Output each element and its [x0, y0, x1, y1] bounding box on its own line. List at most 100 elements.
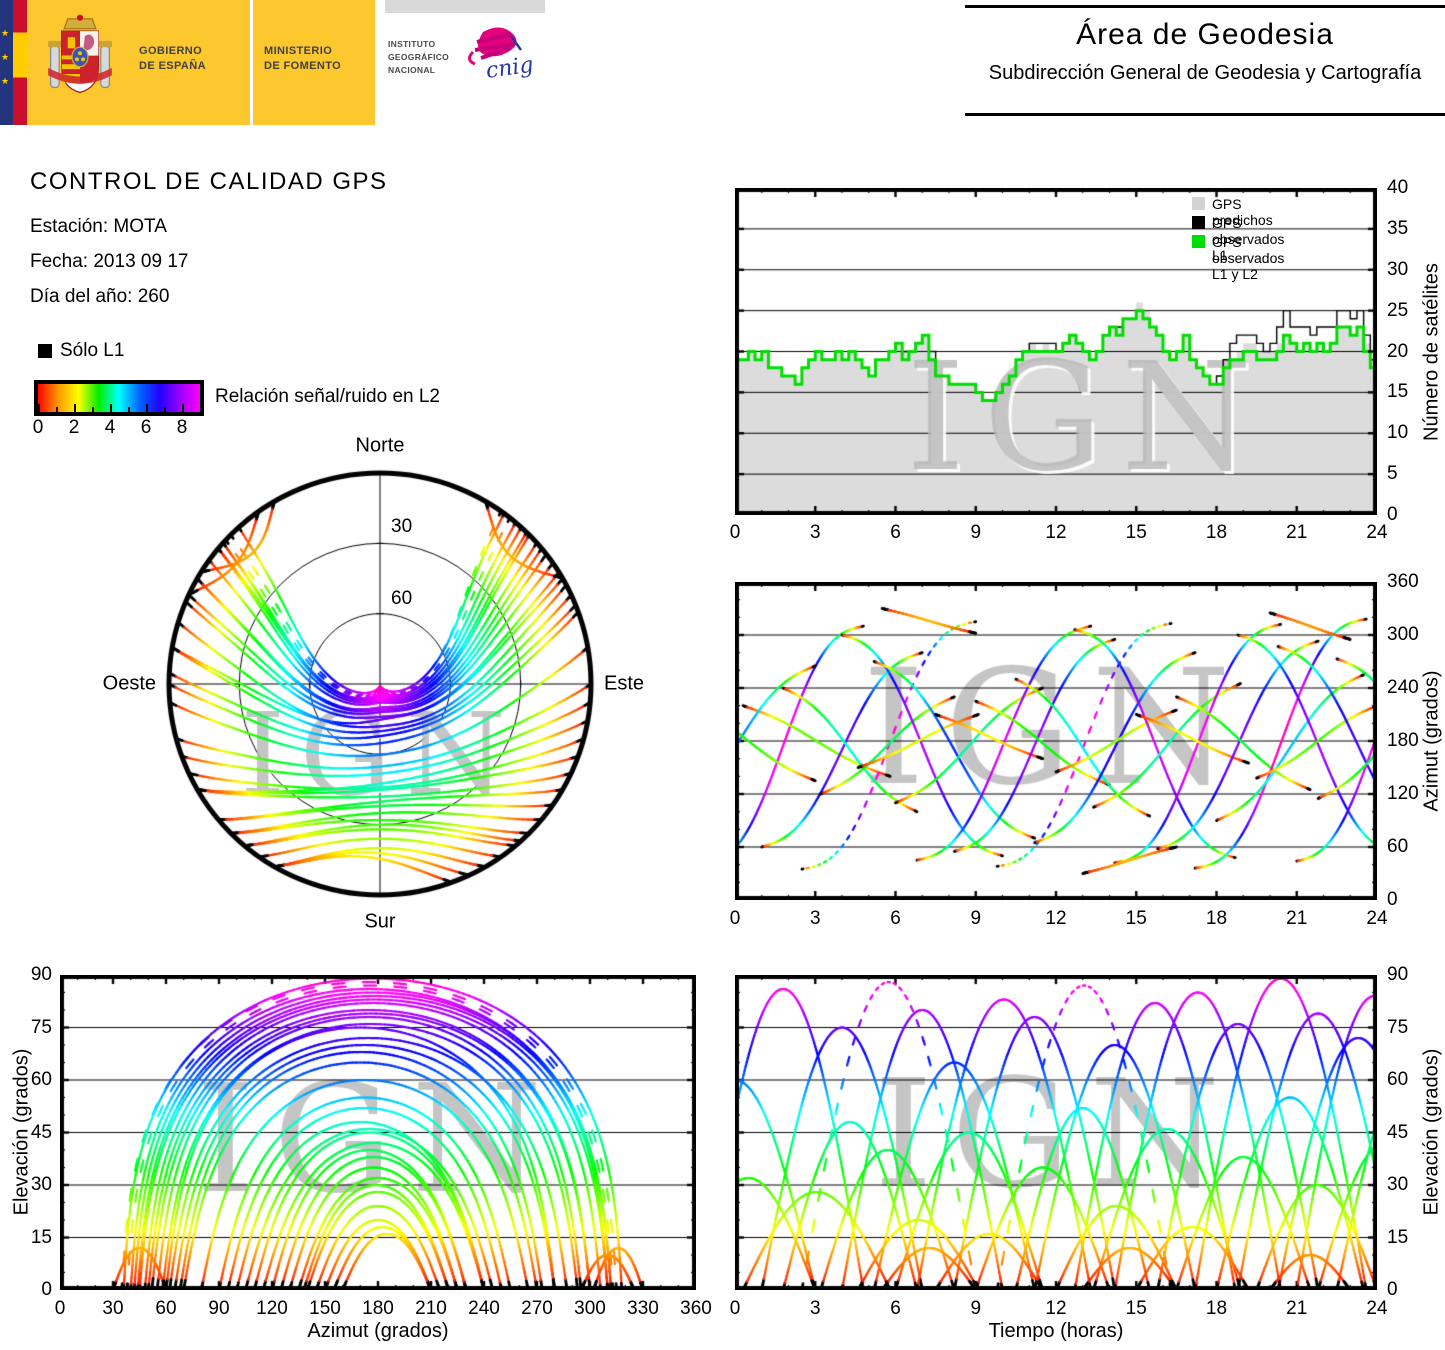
tick-label: 0 [54, 1298, 66, 1319]
tick-label: 9 [970, 1298, 982, 1319]
legend-swatch-observados-l1l2 [1192, 235, 1205, 248]
colorbar-tick [181, 404, 184, 412]
colorbar-tick [128, 407, 130, 412]
tick-label: 0 [1387, 889, 1398, 910]
tick-label: 0 [1387, 504, 1398, 525]
skyplot-south-label: Sur [364, 910, 396, 933]
star-icon: ★ [1, 52, 10, 62]
azimuth-time-chart-canvas [735, 582, 1377, 900]
svg-text:cnig: cnig [484, 53, 535, 84]
tick-label: 0 [1387, 1279, 1398, 1300]
tick-label: 0 [729, 1298, 741, 1319]
skyplot-west-label: Oeste [102, 672, 156, 695]
area-title: Área de Geodesia [1076, 18, 1334, 51]
ign-label: INSTITUTO GEOGRÁFICO NACIONAL [388, 38, 449, 76]
tick-label: 180 [362, 1298, 394, 1319]
elevation-azimuth-chart-canvas [60, 975, 696, 1290]
tick-label: 0 [729, 522, 741, 543]
tick-label: 360 [1387, 571, 1419, 592]
scan-grey-strip [385, 0, 545, 13]
tick-label: 30 [102, 1298, 124, 1319]
tick-label: 0 [729, 908, 741, 929]
gobierno-line1: GOBIERNO [139, 45, 203, 57]
tick-label: 21 [1286, 1298, 1308, 1319]
tick-label: 12 [1045, 1298, 1067, 1319]
tick-label: 15 [1387, 1226, 1409, 1248]
tick-label: 12 [1045, 522, 1067, 543]
tick-label: 15 [1125, 1298, 1147, 1319]
tick-label: 60 [1387, 836, 1409, 857]
tick-label: 6 [140, 417, 152, 438]
header-rule-top [965, 5, 1445, 8]
star-icon: ★ [1, 28, 10, 38]
tick-label: 3 [809, 908, 821, 929]
tick-label: 21 [1286, 522, 1308, 543]
gobierno-line2: DE ESPAÑA [139, 59, 206, 72]
colorbar-tick [92, 407, 94, 412]
ign-line3: NACIONAL [388, 64, 436, 75]
tick-label: 15 [1387, 381, 1409, 403]
tick-label: 360 [680, 1298, 712, 1319]
tick-label: 20 [1387, 340, 1409, 362]
tick-label: 18 [1205, 908, 1228, 929]
tick-label: 90 [1387, 964, 1409, 985]
spain-coat-of-arms [48, 14, 112, 94]
ministerio-logo-block: MINISTERIO DE FOMENTO [253, 0, 375, 125]
tick-label: 300 [574, 1298, 606, 1319]
tick-label: 75 [30, 1016, 52, 1038]
tick-label: 30 [391, 516, 413, 537]
tick-label: 30 [1387, 1174, 1409, 1195]
ign-logo-block: INSTITUTO GEOGRÁFICO NACIONAL cnig [375, 0, 545, 125]
tick-label: 25 [1387, 299, 1409, 321]
x-axis-title-azimuth: Azimut (grados) [307, 1320, 449, 1342]
tick-label: 6 [890, 1298, 901, 1319]
tick-label: 90 [30, 964, 52, 985]
tick-label: 4 [104, 417, 116, 438]
ministerio-line1: MINISTERIO [264, 45, 333, 57]
colorbar-tick [38, 404, 40, 412]
elevation-time-chart-canvas [735, 975, 1377, 1290]
eu-flag-strip: ★ ★ ★ [0, 0, 13, 125]
colorbar-tick [164, 407, 166, 412]
ign-line1: INSTITUTO [388, 39, 436, 49]
tick-label: 5 [1387, 463, 1398, 485]
colorbar-tick [73, 404, 76, 412]
tick-label: 75 [1387, 1016, 1409, 1038]
date-line: Fecha: 2013 09 17 [30, 251, 189, 272]
tick-label: 0 [41, 1279, 52, 1300]
colorbar-tick [55, 407, 58, 412]
ign-line2: GEOGRÁFICO [388, 51, 450, 62]
legend-swatch-observados-l1 [1192, 216, 1205, 229]
tick-label: 60 [391, 588, 413, 609]
tick-label: 21 [1286, 908, 1308, 929]
tick-label: 15 [30, 1226, 52, 1248]
tick-label: 35 [1387, 217, 1409, 239]
tick-label: 2 [68, 417, 80, 438]
gobierno-label: GOBIERNO DE ESPAÑA [139, 44, 206, 74]
tick-label: 270 [521, 1298, 553, 1319]
tick-label: 0 [32, 417, 44, 438]
colorbar-label: Relación señal/ruido en L2 [215, 386, 440, 407]
legend-swatch-predichos [1192, 197, 1205, 210]
tick-label: 9 [970, 522, 982, 543]
area-subtitle: Subdirección General de Geodesia y Carto… [988, 62, 1422, 84]
tick-label: 240 [468, 1298, 500, 1319]
tick-label: 12 [1045, 908, 1067, 929]
doy-line: Día del año: 260 [30, 286, 170, 307]
tick-label: 9 [970, 908, 982, 929]
tick-label: 45 [30, 1121, 52, 1143]
snr-colorbar [34, 380, 204, 416]
tick-label: 6 [890, 522, 901, 543]
skyplot-east-label: Este [604, 672, 645, 695]
ministerio-label: MINISTERIO DE FOMENTO [264, 44, 341, 74]
tick-label: 15 [1125, 908, 1147, 929]
y-axis-title-azimuth: Azimut (grados) [1420, 670, 1443, 812]
station-line: Estación: MOTA [30, 216, 167, 237]
tick-label: 24 [1366, 908, 1388, 929]
tick-label: 60 [155, 1298, 177, 1319]
tick-label: 24 [1366, 522, 1388, 543]
colorbar-tick [146, 404, 148, 412]
legend-label: GPS observados L1 y L2 [1212, 234, 1285, 282]
colorbar-tick [109, 404, 112, 412]
tick-label: 24 [1366, 1298, 1388, 1319]
